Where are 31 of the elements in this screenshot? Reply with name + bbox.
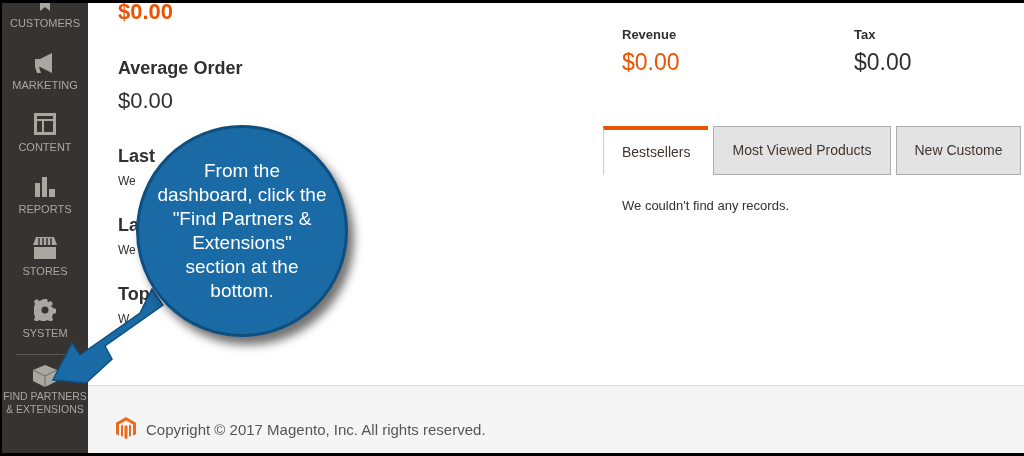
empty-note: We — [118, 173, 136, 190]
empty-note: We — [118, 242, 136, 259]
sidebar-item[interactable]: CUSTOMERS — [2, 3, 88, 43]
tab[interactable]: Bestsellers — [603, 126, 709, 175]
section-title: Last — [118, 145, 155, 168]
sidebar-item[interactable]: SYSTEM — [2, 291, 88, 353]
tab[interactable]: Most Viewed Products — [713, 126, 891, 175]
layout-icon — [34, 112, 56, 135]
amount-value: $0.00 — [118, 87, 175, 115]
bar-chart-icon — [34, 176, 56, 197]
sidebar-item[interactable]: FIND PARTNERS & EXTENSIONS — [2, 365, 88, 416]
empty-note: We couldn't find any records. — [622, 197, 789, 215]
copyright-text: Copyright © 2017 Magento, Inc. All rights reserved. — [146, 419, 486, 440]
stat-value: $0.00 — [854, 47, 913, 77]
storefront-icon — [33, 236, 57, 259]
stat-value: $0.00 — [622, 47, 681, 77]
brick-icon — [33, 365, 57, 387]
stat-label: Tax — [854, 26, 877, 44]
sidebar-item[interactable]: STORES — [2, 229, 88, 291]
empty-note: W — [118, 311, 130, 328]
sidebar-item[interactable]: REPORTS — [2, 167, 88, 229]
section-title: Top — [118, 283, 150, 306]
amount-value: $0.00 — [118, 1, 175, 23]
sidebar-item[interactable]: MARKETING — [2, 43, 88, 105]
sidebar-item[interactable]: CONTENT — [2, 105, 88, 167]
callout-text: From the dashboard, click the "Find Partners & Extensions" section at the bottom. — [157, 159, 327, 303]
magento-logo-icon — [116, 417, 136, 439]
tab[interactable]: New Custome — [895, 126, 1022, 175]
gear-icon — [34, 298, 56, 321]
stat-label: Revenue — [622, 26, 678, 44]
section-title: Average Order — [118, 57, 244, 80]
